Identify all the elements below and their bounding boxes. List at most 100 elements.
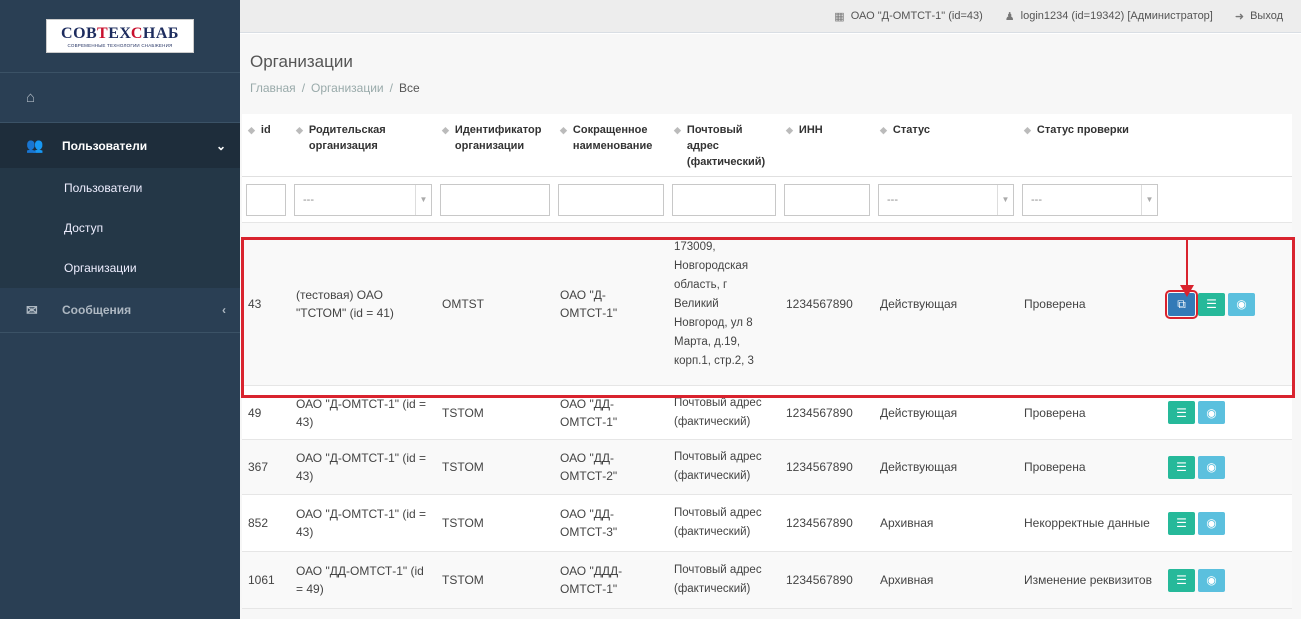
sidebar-item-messages[interactable]: ✉ Сообщения ‹ (0, 288, 240, 333)
cell-short-name: ОАО "ДД-ОМТСТ-3" (554, 494, 668, 552)
view-button[interactable]: ◉ (1198, 568, 1225, 592)
column-header-actions (1162, 114, 1292, 177)
cell-parent: ОАО "ДД-ОМТСТ-1" (id = 49) (290, 551, 436, 609)
cell-actions: ☰ ◉ (1162, 439, 1292, 495)
cell-status: Действующая (874, 222, 1018, 386)
sort-icon: ◆ (248, 125, 255, 135)
sort-icon: ◆ (442, 125, 449, 135)
column-header-check-status[interactable]: ◆ Статус проверки (1018, 114, 1162, 177)
cell-inn: 1234567890 (780, 222, 874, 386)
chevron-down-icon: ▼ (997, 185, 1013, 215)
annotation-arrow-head (1180, 285, 1194, 297)
sidebar: СОВТЕХСНАБ СОВРЕМЕННЫЕ ТЕХНОЛОГИИ СНАБЖЕ… (0, 0, 240, 619)
column-header-id[interactable]: ◆ id (242, 114, 290, 177)
list-icon: ☰ (1206, 297, 1217, 311)
submenu-item-access[interactable]: Доступ (0, 208, 240, 248)
chevron-down-icon: ⌄ (215, 138, 226, 153)
filter-short-name-input[interactable] (558, 184, 664, 216)
user-icon: ♟ (1004, 10, 1015, 23)
current-organization[interactable]: ▦ ОАО "Д-ОМТСТ-1" (id=43) (834, 10, 982, 23)
view-button[interactable]: ◉ (1198, 455, 1225, 479)
logout-link[interactable]: ➜ Выход (1235, 10, 1283, 23)
list-button[interactable]: ☰ (1168, 511, 1195, 535)
header-row: ◆ id ◆ Родительская организация ◆ Идентифик… (242, 114, 1292, 177)
page-title: Организации (250, 52, 353, 71)
cell-status: Действующая (874, 385, 1018, 440)
sort-icon: ◆ (786, 125, 793, 135)
envelope-icon: ✉ (26, 301, 38, 318)
column-header-inn[interactable]: ◆ ИНН (780, 114, 874, 177)
submenu-item-organizations[interactable]: Организации (0, 248, 240, 288)
submenu-item-users[interactable]: Пользователи (0, 168, 240, 208)
sidebar-item-label: Пользователи (62, 138, 148, 153)
logo-text: СОВТЕХСНАБ (61, 24, 179, 42)
cell-parent: ОАО "Д-ОМТСТ-1" (id = 43) (290, 385, 436, 440)
logo-subtitle: СОВРЕМЕННЫЕ ТЕХНОЛОГИИ СНАБЖЕНИЯ (67, 42, 173, 48)
copy-icon: ⧉ (1177, 297, 1186, 311)
eye-icon: ◉ (1206, 405, 1217, 420)
logo-area: СОВТЕХСНАБ СОВРЕМЕННЫЕ ТЕХНОЛОГИИ СНАБЖЕ… (0, 0, 240, 73)
filter-inn-input[interactable] (784, 184, 870, 216)
list-button[interactable]: ☰ (1168, 568, 1195, 592)
column-header-status[interactable]: ◆ Статус (874, 114, 1018, 177)
current-user[interactable]: ♟ login1234 (id=19342) [Администратор] (1005, 10, 1213, 23)
cell-short-name: ОАО "ДДД-ОМТСТ-1" (554, 551, 668, 609)
users-submenu: Пользователи Доступ Организации (0, 168, 240, 288)
cell-check-status: Изменение реквизитов (1018, 551, 1162, 609)
sort-icon: ◆ (296, 125, 303, 135)
column-header-parent[interactable]: ◆ Родительская организация (290, 114, 436, 177)
list-icon: ☰ (1176, 405, 1187, 420)
home-icon: ⌂ (26, 89, 36, 106)
table-row: 367 ОАО "Д-ОМТСТ-1" (id = 43) TSTOM ОАО … (242, 439, 1292, 495)
filter-identifier-input[interactable] (440, 184, 550, 216)
organizations-table: ◆ id ◆ Родительская организация ◆ Идентифик… (242, 114, 1292, 609)
sidebar-item-users[interactable]: 👥 Пользователи ⌄ (0, 123, 240, 168)
sort-icon: ◆ (880, 125, 887, 135)
list-icon: ☰ (1176, 573, 1187, 587)
list-button[interactable]: ☰ (1198, 292, 1225, 316)
view-button[interactable]: ◉ (1198, 401, 1225, 424)
sidebar-item-label: Сообщения (62, 303, 132, 317)
chevron-down-icon: ▼ (415, 185, 431, 215)
cell-address: 173009, Новгородская область, г Великий … (668, 222, 780, 386)
cell-short-name: ОАО "ДД-ОМТСТ-1" (554, 385, 668, 440)
column-header-short-name[interactable]: ◆ Сокращенное наименование (554, 114, 668, 177)
eye-icon: ◉ (1206, 573, 1217, 587)
sort-icon: ◆ (560, 125, 567, 135)
cell-status: Архивная (874, 494, 1018, 552)
list-button[interactable]: ☰ (1168, 455, 1195, 479)
cell-check-status: Некорректные данные (1018, 494, 1162, 552)
filter-address-input[interactable] (672, 184, 776, 216)
view-button[interactable]: ◉ (1198, 511, 1225, 535)
sort-icon: ◆ (1024, 125, 1031, 135)
logout-icon: ➜ (1234, 10, 1245, 23)
eye-icon: ◉ (1236, 297, 1247, 311)
filter-status-select[interactable]: --- ▼ (878, 184, 1014, 216)
breadcrumb-organizations[interactable]: Организации (311, 81, 384, 95)
cell-identifier: OMTST (436, 222, 554, 386)
company-logo[interactable]: СОВТЕХСНАБ СОВРЕМЕННЫЕ ТЕХНОЛОГИИ СНАБЖЕ… (46, 19, 194, 53)
home-link[interactable]: ⌂ (0, 73, 240, 123)
filter-parent-select[interactable]: --- ▼ (294, 184, 432, 216)
cell-id: 367 (242, 439, 290, 495)
top-navbar: ▦ ОАО "Д-ОМТСТ-1" (id=43) ♟ login1234 (i… (240, 0, 1301, 33)
column-header-identifier[interactable]: ◆ Идентификатор организации (436, 114, 554, 177)
list-button[interactable]: ☰ (1168, 401, 1195, 424)
cell-id: 43 (242, 222, 290, 386)
filter-check-status-select[interactable]: --- ▼ (1022, 184, 1158, 216)
breadcrumb-home[interactable]: Главная (250, 81, 296, 95)
cell-check-status: Проверена (1018, 439, 1162, 495)
eye-icon: ◉ (1206, 516, 1217, 530)
column-header-address[interactable]: ◆ Почтовый адрес (фактический) (668, 114, 780, 177)
cell-inn: 1234567890 (780, 385, 874, 440)
cell-check-status: Проверена (1018, 222, 1162, 386)
cell-address: Почтовый адрес (фактический) (668, 494, 780, 552)
cell-actions: ⧉ ☰ ◉ (1162, 222, 1292, 386)
list-icon: ☰ (1176, 460, 1187, 474)
breadcrumb: Главная / Организации / Все (250, 81, 420, 95)
cell-identifier: TSTOM (436, 551, 554, 609)
filter-id-input[interactable] (246, 184, 286, 216)
eye-icon: ◉ (1206, 460, 1217, 474)
view-button[interactable]: ◉ (1228, 292, 1255, 316)
cell-address: Почтовый адрес (фактический) (668, 385, 780, 440)
